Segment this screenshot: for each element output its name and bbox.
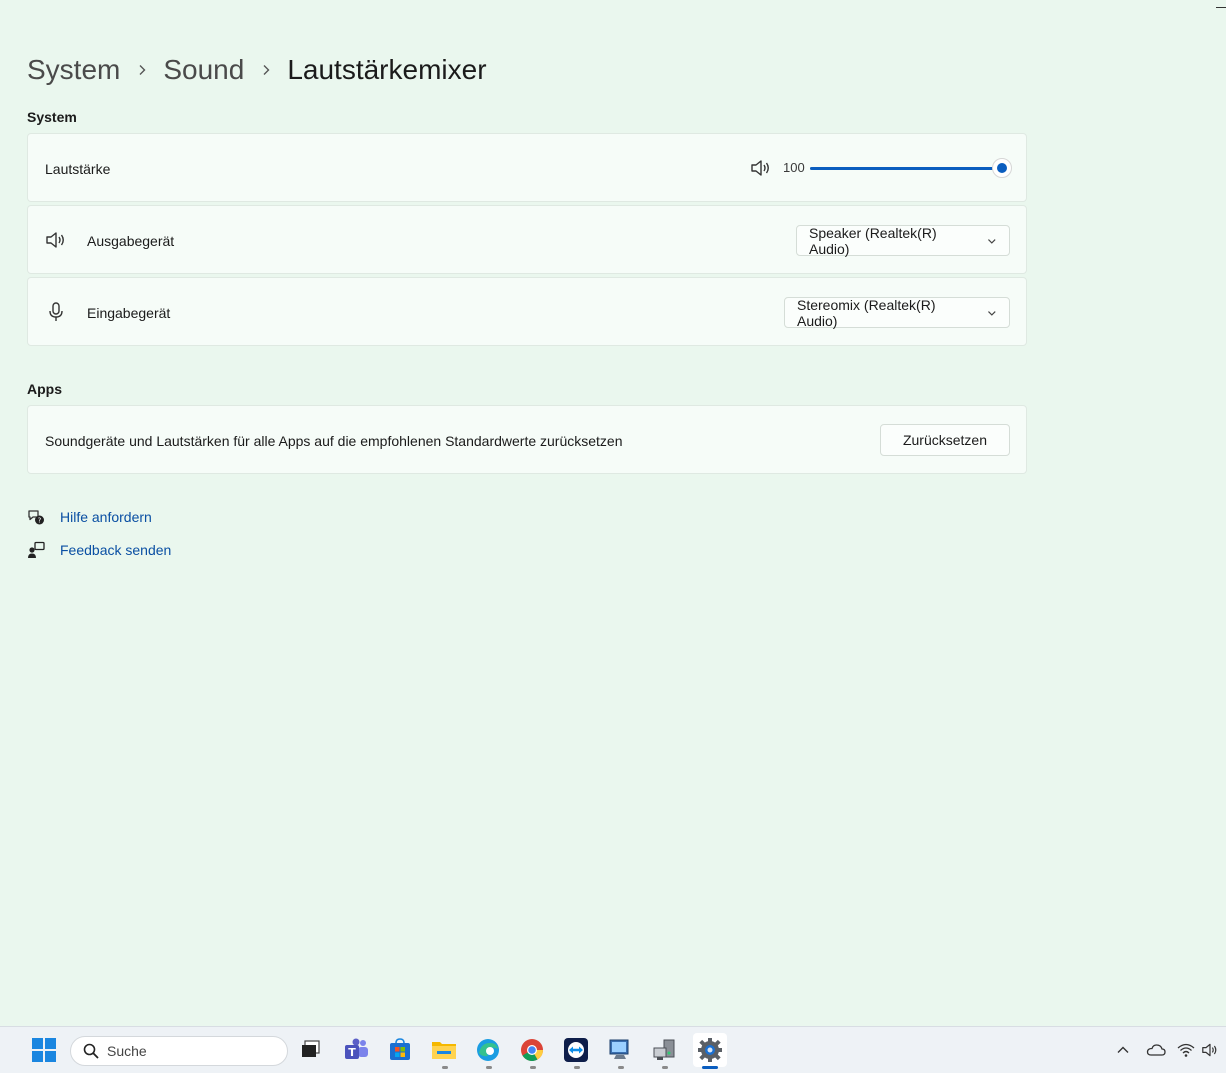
speaker-icon[interactable] xyxy=(1201,1041,1219,1059)
edge-icon[interactable] xyxy=(473,1035,503,1065)
input-device-selected: Stereomix (Realtek(R) Audio) xyxy=(797,296,936,329)
onedrive-icon[interactable] xyxy=(1145,1041,1167,1059)
input-device-label: Eingabegerät xyxy=(87,305,171,321)
taskbar-search[interactable] xyxy=(70,1036,288,1066)
input-device-dropdown[interactable]: Stereomix (Realtek(R) Audio) xyxy=(784,296,1010,329)
breadcrumb-sound[interactable]: Sound xyxy=(163,54,244,86)
volume-card: Lautstärke 100 xyxy=(27,133,1027,202)
section-title-apps: Apps xyxy=(27,381,62,397)
feedback-link[interactable]: Feedback senden xyxy=(60,542,171,558)
chevron-right-icon xyxy=(244,64,287,76)
search-input[interactable] xyxy=(107,1043,257,1059)
section-title-system: System xyxy=(27,109,77,125)
remote-desktop-running-indicator xyxy=(618,1066,624,1069)
edge-running-indicator xyxy=(486,1066,492,1069)
input-device-card: Eingabegerät Stereomix (Realtek(R) Audio… xyxy=(27,277,1027,346)
teams-icon[interactable]: T xyxy=(341,1035,371,1065)
svg-text:T: T xyxy=(348,1046,356,1059)
file-explorer-icon[interactable] xyxy=(429,1035,459,1065)
help-link-row[interactable]: ? Hilfe anfordern xyxy=(27,508,152,526)
remote-desktop-icon[interactable] xyxy=(605,1035,635,1065)
search-icon xyxy=(83,1043,99,1059)
volume-slider[interactable] xyxy=(810,156,1012,180)
volume-slider-thumb-dot xyxy=(997,163,1007,173)
task-view-icon[interactable] xyxy=(296,1035,326,1065)
page-title: Lautstärkemixer xyxy=(287,54,487,85)
chrome-running-indicator xyxy=(530,1066,536,1069)
volume-slider-fill xyxy=(810,167,1002,170)
help-link[interactable]: Hilfe anfordern xyxy=(60,509,152,525)
volume-label: Lautstärke xyxy=(45,161,111,177)
chevron-up-icon[interactable] xyxy=(1114,1041,1132,1059)
svg-text:?: ? xyxy=(38,517,42,525)
start-icon[interactable] xyxy=(29,1035,59,1065)
speaker-icon[interactable] xyxy=(750,158,772,178)
volume-slider-thumb[interactable] xyxy=(992,158,1012,178)
wifi-icon[interactable] xyxy=(1177,1041,1195,1059)
feedback-link-row[interactable]: Feedback senden xyxy=(27,541,171,559)
chrome-icon[interactable] xyxy=(517,1035,547,1065)
output-device-dropdown[interactable]: Speaker (Realtek(R) Audio) xyxy=(796,224,1010,257)
settings-window: System Sound Lautstärkemixer System Laut… xyxy=(0,0,1226,1073)
apps-reset-description: Soundgeräte und Lautstärken für alle App… xyxy=(45,433,623,449)
minimize-button[interactable] xyxy=(1216,7,1226,8)
teamviewer-icon[interactable] xyxy=(561,1035,591,1065)
settings-active-indicator xyxy=(702,1066,718,1069)
help-icon: ? xyxy=(28,510,44,525)
volume-value: 100 xyxy=(783,160,805,175)
microphone-icon xyxy=(45,302,67,322)
teamviewer-running-indicator xyxy=(574,1066,580,1069)
chevron-down-icon xyxy=(988,310,996,316)
breadcrumb-system[interactable]: System xyxy=(27,54,120,86)
settings-icon[interactable] xyxy=(693,1033,727,1067)
reset-button[interactable]: Zurücksetzen xyxy=(880,424,1010,456)
chevron-right-icon xyxy=(120,64,163,76)
output-device-label: Ausgabegerät xyxy=(87,233,175,249)
device-manager-icon[interactable] xyxy=(649,1035,679,1065)
taskbar: T xyxy=(0,1026,1226,1073)
apps-reset-card: Soundgeräte und Lautstärken für alle App… xyxy=(27,405,1027,474)
feedback-icon xyxy=(28,541,45,558)
output-device-card: Ausgabegerät Speaker (Realtek(R) Audio) xyxy=(27,205,1027,274)
speaker-icon xyxy=(45,230,67,250)
chevron-down-icon xyxy=(988,238,996,244)
output-device-selected: Speaker (Realtek(R) Audio) xyxy=(809,224,937,257)
device-manager-running-indicator xyxy=(662,1066,668,1069)
explorer-running-indicator xyxy=(442,1066,448,1069)
breadcrumb: System Sound Lautstärkemixer xyxy=(27,50,487,90)
store-icon[interactable] xyxy=(385,1035,415,1065)
